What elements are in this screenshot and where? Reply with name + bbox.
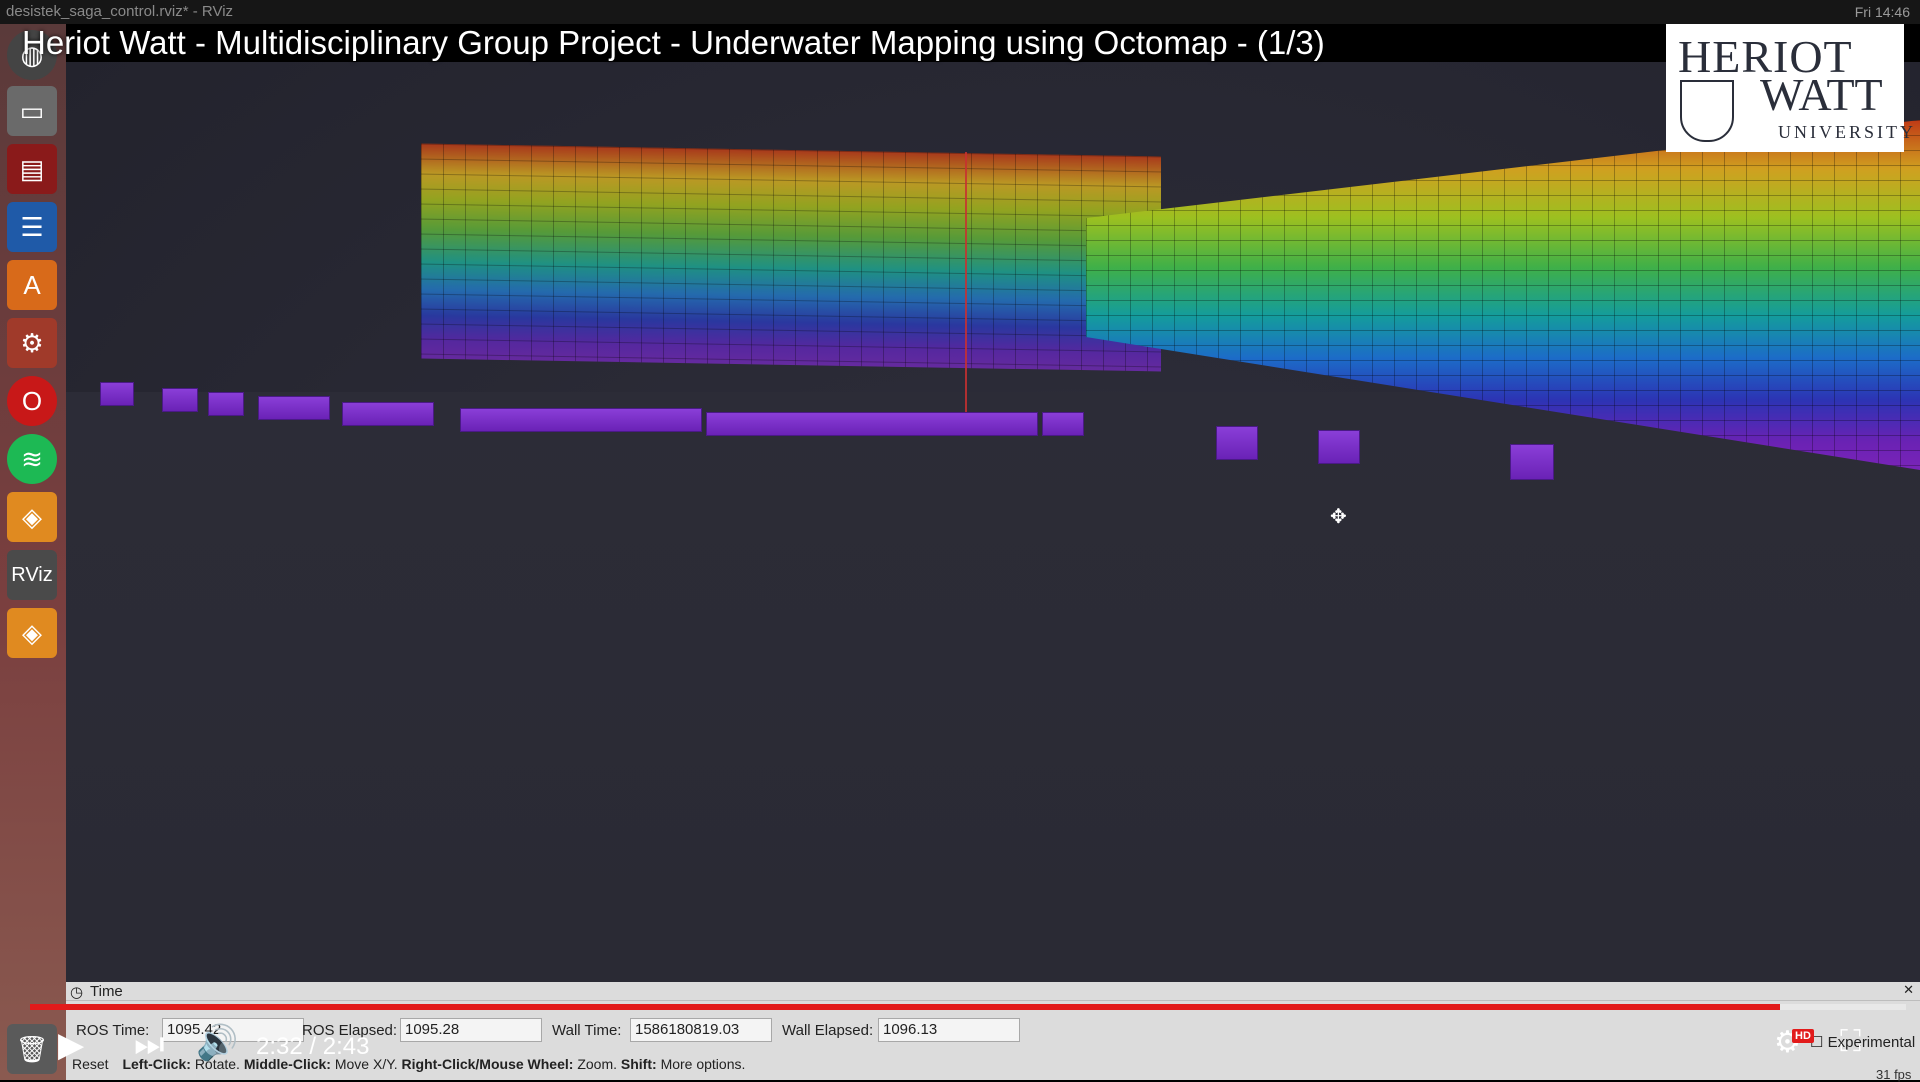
- voxel: [258, 396, 330, 420]
- voxel: [208, 392, 244, 416]
- share-icon[interactable]: ➦: [1852, 24, 1886, 70]
- files-icon[interactable]: ▭: [7, 86, 57, 136]
- launcher: ◍ ▭ ▤ ☰ A ⚙ O ≋ ◈ RViz ◈ 🗑: [0, 24, 66, 1080]
- window-title: desistek_saga_control.rviz* - RViz: [6, 3, 234, 20]
- day-label: Fri: [1854, 4, 1872, 20]
- ground-plane: [66, 392, 1920, 982]
- voxel: [162, 388, 198, 412]
- voxel: [100, 382, 134, 406]
- writer-icon[interactable]: ☰: [7, 202, 57, 252]
- time-panel-title: Time: [90, 983, 123, 1000]
- voxel: [1216, 426, 1258, 460]
- time-panel-header: ◷ Time ✕: [66, 982, 1920, 1001]
- video-progress-fill: [30, 1004, 1781, 1010]
- spotify-icon[interactable]: ≋: [7, 434, 57, 484]
- mouse-cursor-icon: ✥: [1330, 506, 1347, 528]
- robot-axis-line: [965, 152, 967, 412]
- next-icon[interactable]: ⏭: [134, 1025, 165, 1064]
- settings-icon[interactable]: ⚙: [7, 318, 57, 368]
- clock-icon: ◷: [70, 984, 84, 1001]
- voxel: [706, 412, 1038, 436]
- voxel: [1318, 430, 1360, 464]
- volume-icon[interactable]: 🔊: [196, 1023, 238, 1063]
- rviz-icon[interactable]: RViz: [7, 550, 57, 600]
- exit-fullscreen-icon[interactable]: ⛶: [1840, 1025, 1861, 1059]
- terminal-icon[interactable]: ▤: [7, 144, 57, 194]
- experimental-checkbox[interactable]: ☐ Experimental: [1810, 1033, 1915, 1051]
- video-title[interactable]: Heriot Watt - Multidisciplinary Group Pr…: [22, 24, 1325, 62]
- voxel: [342, 402, 434, 426]
- close-icon[interactable]: ✕: [1903, 982, 1914, 998]
- hd-badge: HD: [1792, 1029, 1814, 1043]
- voxel: [460, 408, 702, 432]
- app-icon[interactable]: ◈: [7, 492, 57, 542]
- clock: 14:46: [1874, 4, 1910, 20]
- voxel: [1510, 444, 1554, 480]
- logo-line3: UNIVERSITY: [1778, 122, 1916, 142]
- video-progress-bar[interactable]: [30, 1004, 1906, 1010]
- logo-line2: WATT: [1760, 69, 1883, 120]
- system-tray[interactable]: Fri 14:46: [1855, 0, 1910, 24]
- rviz-3d-viewport[interactable]: ✥: [66, 62, 1920, 982]
- video-timecode: 2:32 / 2:43: [256, 1033, 370, 1060]
- system-top-bar: desistek_saga_control.rviz* - RViz Fri 1…: [0, 0, 1920, 24]
- opera-icon[interactable]: O: [7, 376, 57, 426]
- play-icon[interactable]: ▶: [58, 1025, 84, 1065]
- crest-icon: [1680, 80, 1734, 142]
- video-controls: ▶ ⏭ 🔊 2:32 / 2:43 ☐ Experimental ⚙ HD ⛶ …: [0, 1015, 1920, 1082]
- app-icon-2[interactable]: ◈: [7, 608, 57, 658]
- voxel: [1042, 412, 1084, 436]
- software-center-icon[interactable]: A: [7, 260, 57, 310]
- octomap-voxels-left: [421, 143, 1161, 372]
